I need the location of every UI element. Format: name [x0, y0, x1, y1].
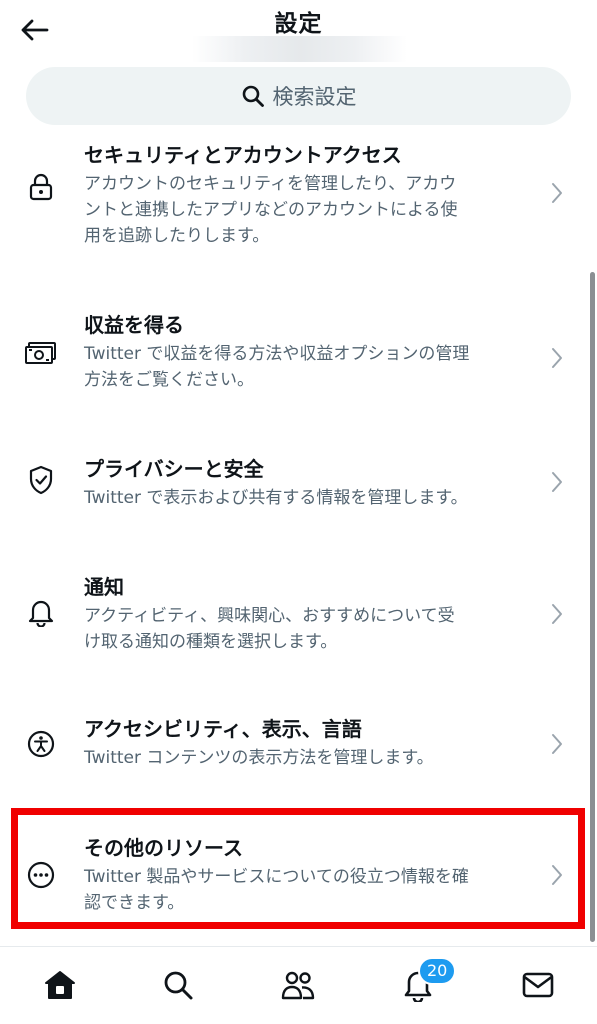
- item-title: セキュリティとアカウントアクセス: [84, 143, 402, 167]
- search-settings-bar[interactable]: 検索設定: [26, 67, 571, 125]
- tab-communities[interactable]: [270, 959, 326, 1011]
- lock-icon: [24, 170, 58, 204]
- scrollbar[interactable]: [590, 272, 595, 942]
- item-title: その他のリソース: [84, 836, 243, 860]
- item-title: 通知: [84, 575, 124, 599]
- notification-count-badge: 20: [418, 957, 457, 985]
- chevron-right-icon: [548, 181, 566, 205]
- page-title: 設定: [274, 11, 323, 37]
- money-icon: [24, 336, 58, 370]
- item-title: プライバシーと安全: [84, 457, 264, 481]
- item-description: アクティビティ、興味関心、おすすめについて受 け取る通知の種類を選択します。: [84, 606, 455, 652]
- home-icon: [45, 971, 75, 999]
- chevron-right-icon: [548, 732, 566, 756]
- accessibility-icon: [24, 727, 58, 761]
- item-description: Twitter 製品やサービスについての役立つ情報を確 認できます。: [84, 867, 469, 913]
- chevron-right-icon: [548, 470, 566, 494]
- settings-item-notifications[interactable]: 通知 アクティビティ、興味関心、おすすめについて受 け取る通知の種類を選択します…: [0, 568, 597, 668]
- settings-item-accessibility-display-language[interactable]: アクセシビリティ、表示、言語 Twitter コンテンツの表示方法を管理します。: [0, 712, 597, 782]
- search-icon: [242, 85, 264, 107]
- header: 設定: [0, 0, 597, 62]
- tab-messages[interactable]: [510, 959, 566, 1011]
- search-label: 検索設定: [272, 85, 357, 109]
- search-icon: [164, 971, 193, 1000]
- tab-explore[interactable]: [150, 959, 206, 1011]
- shield-check-icon: [24, 463, 58, 497]
- settings-item-privacy-safety[interactable]: プライバシーと安全 Twitter で表示および共有する情報を管理します。: [0, 450, 597, 520]
- chevron-right-icon: [548, 602, 566, 626]
- bell-icon: [24, 595, 58, 629]
- messages-icon: [522, 972, 554, 998]
- item-title: 収益を得る: [84, 313, 184, 337]
- item-description: Twitter で収益を得る方法や収益オプションの管理 方法をご覧ください。: [84, 344, 470, 390]
- bottom-tab-bar: [0, 947, 597, 1024]
- settings-item-monetization[interactable]: 収益を得る Twitter で収益を得る方法や収益オプションの管理 方法をご覧く…: [0, 306, 597, 406]
- chevron-right-icon: [548, 346, 566, 370]
- communities-icon: [281, 971, 315, 1000]
- item-description: アカウントのセキュリティを管理したり、アカウ ントと連携したアプリなどのアカウン…: [84, 174, 458, 246]
- image-artifact: [192, 36, 407, 62]
- item-title: アクセシビリティ、表示、言語: [84, 717, 362, 741]
- tab-home[interactable]: [32, 959, 88, 1011]
- item-description: Twitter で表示および共有する情報を管理します。: [84, 488, 468, 508]
- settings-item-security-account-access[interactable]: セキュリティとアカウントアクセス アカウントのセキュリティを管理したり、アカウ …: [0, 128, 597, 258]
- chevron-right-icon: [548, 863, 566, 887]
- item-description: Twitter コンテンツの表示方法を管理します。: [84, 748, 434, 768]
- more-circle-icon: [24, 858, 58, 892]
- settings-item-additional-resources[interactable]: その他のリソース Twitter 製品やサービスについての役立つ情報を確 認でき…: [0, 828, 597, 928]
